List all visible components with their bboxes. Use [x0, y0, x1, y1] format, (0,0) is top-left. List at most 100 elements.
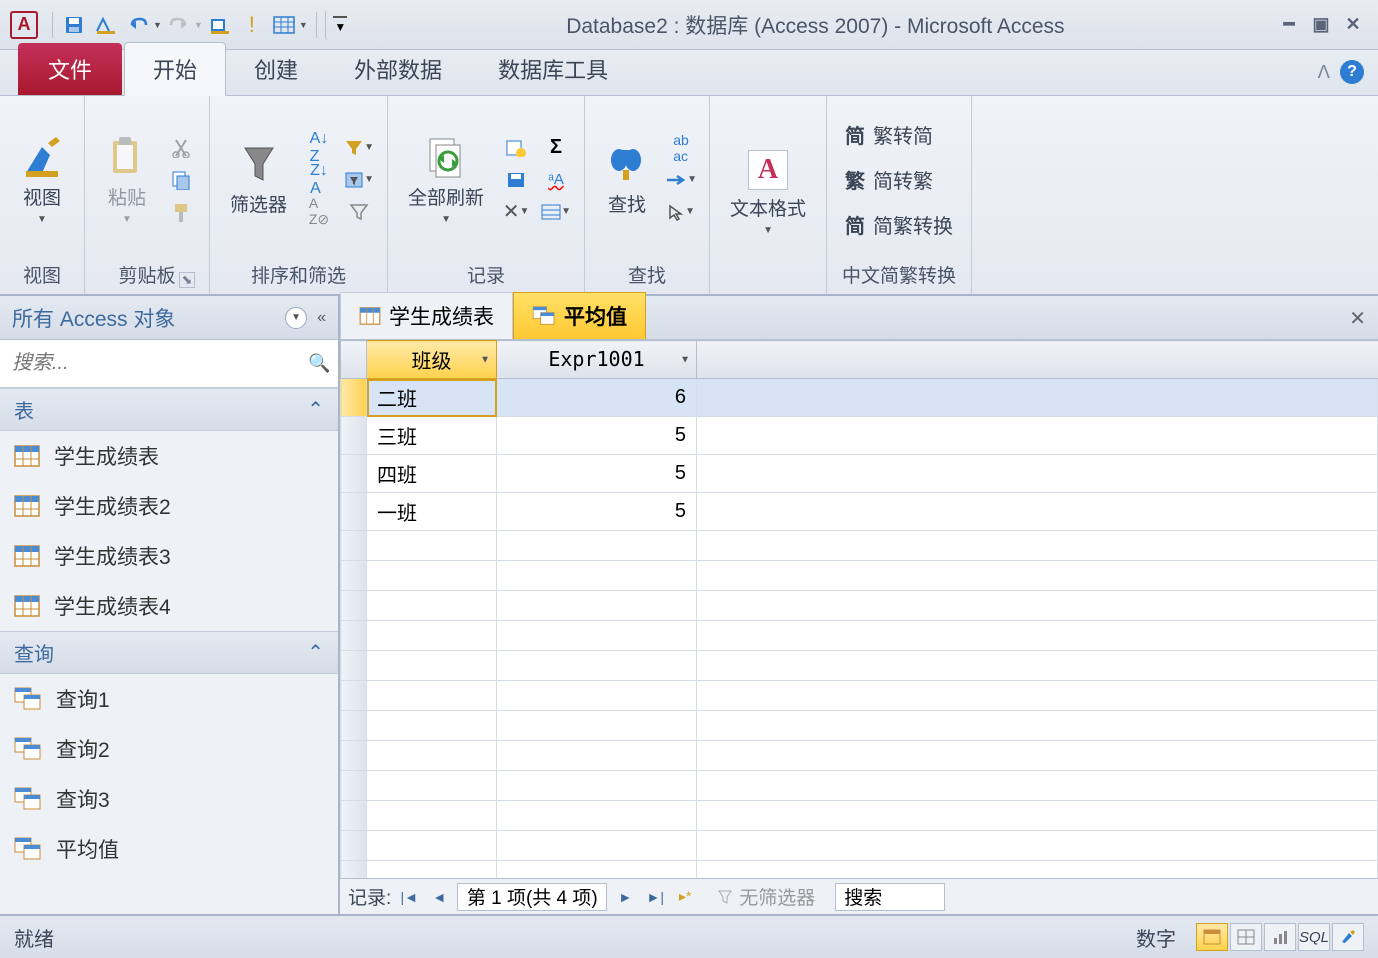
- data-cell[interactable]: 5: [497, 493, 697, 531]
- prev-record-icon[interactable]: ◄: [427, 885, 451, 909]
- simp-to-trad-button[interactable]: 繁简转繁: [839, 163, 959, 196]
- qat-btn-7[interactable]: [269, 10, 299, 40]
- view-button[interactable]: 视图 ▼: [12, 131, 72, 229]
- data-cell[interactable]: 二班: [367, 379, 497, 417]
- nav-item-query[interactable]: 查询3: [0, 774, 338, 824]
- datasheet-view-icon[interactable]: [1196, 923, 1228, 951]
- group-label-view: 视图: [12, 257, 72, 292]
- row-selector[interactable]: [341, 417, 367, 455]
- data-cell[interactable]: 5: [497, 417, 697, 455]
- column-header[interactable]: 班级▼: [367, 341, 497, 379]
- tab-home[interactable]: 开始: [124, 42, 226, 96]
- nav-item-query[interactable]: 平均值: [0, 824, 338, 874]
- select-icon[interactable]: ▼: [665, 199, 697, 225]
- data-cell[interactable]: 三班: [367, 417, 497, 455]
- clipboard-dialog-icon[interactable]: ⬊: [179, 272, 195, 288]
- goto-icon[interactable]: ▼: [665, 167, 697, 193]
- column-header[interactable]: Expr1001▼: [497, 341, 697, 379]
- sql-view-icon[interactable]: SQL: [1298, 923, 1330, 951]
- nav-search-input[interactable]: [8, 348, 308, 379]
- save-record-icon[interactable]: [500, 167, 532, 193]
- nav-search: 🔍: [0, 340, 338, 388]
- nav-section-tables[interactable]: 表⌃: [0, 388, 338, 431]
- spelling-icon[interactable]: ᵃA: [540, 167, 572, 193]
- data-cell[interactable]: 6: [497, 379, 697, 417]
- row-selector[interactable]: [341, 455, 367, 493]
- paste-button[interactable]: 粘贴 ▼: [97, 131, 157, 229]
- select-all-cell[interactable]: [341, 341, 367, 379]
- nav-item-query[interactable]: 查询2: [0, 724, 338, 774]
- refresh-all-button[interactable]: 全部刷新 ▼: [400, 131, 492, 229]
- trad-to-simp-button[interactable]: 简繁转简: [839, 118, 959, 151]
- pivotchart-view-icon[interactable]: [1264, 923, 1296, 951]
- nav-item-table[interactable]: 学生成绩表4: [0, 581, 338, 631]
- data-cell[interactable]: 5: [497, 455, 697, 493]
- more-records-icon[interactable]: ▼: [540, 199, 572, 225]
- row-selector[interactable]: [341, 379, 367, 417]
- sort-asc-icon[interactable]: A↓Z: [303, 135, 335, 161]
- close-button[interactable]: ✕: [1340, 14, 1366, 36]
- format-painter-icon[interactable]: [165, 199, 197, 225]
- tab-database-tools[interactable]: 数据库工具: [470, 43, 636, 95]
- save-icon[interactable]: [59, 10, 89, 40]
- column-dropdown-icon[interactable]: ▼: [680, 354, 690, 365]
- nav-item-query[interactable]: 查询1: [0, 674, 338, 724]
- nav-section-queries[interactable]: 查询⌃: [0, 631, 338, 674]
- datasheet[interactable]: 班级▼ Expr1001▼ 二班 6 三班 5: [340, 340, 1378, 878]
- doc-tab-query[interactable]: 平均值: [513, 292, 646, 339]
- new-record-nav-icon[interactable]: ▸*: [673, 885, 697, 909]
- nav-collapse-icon[interactable]: «: [317, 309, 326, 327]
- delete-record-icon[interactable]: ✕▼: [500, 199, 532, 225]
- design-view-icon[interactable]: [1332, 923, 1364, 951]
- maximize-button[interactable]: ▣: [1308, 14, 1334, 36]
- pivottable-view-icon[interactable]: [1230, 923, 1262, 951]
- toggle-filter-icon[interactable]: [343, 199, 375, 225]
- document-tabs: 学生成绩表 平均值 ✕: [340, 296, 1378, 340]
- nav-item-table[interactable]: 学生成绩表3: [0, 531, 338, 581]
- nav-item-table[interactable]: 学生成绩表2: [0, 481, 338, 531]
- column-dropdown-icon[interactable]: ▼: [480, 354, 490, 365]
- last-record-icon[interactable]: ►|: [643, 885, 667, 909]
- doc-tab-table[interactable]: 学生成绩表: [340, 292, 513, 339]
- minimize-ribbon-icon[interactable]: ᐱ: [1318, 62, 1330, 83]
- nav-pane-title[interactable]: 所有 Access 对象: [12, 303, 285, 333]
- totals-icon[interactable]: Σ: [540, 135, 572, 161]
- undo-icon[interactable]: [123, 10, 153, 40]
- next-record-icon[interactable]: ►: [613, 885, 637, 909]
- group-label-chinese: 中文简繁转换: [839, 257, 959, 292]
- redo-icon[interactable]: [164, 10, 194, 40]
- qat-btn-6[interactable]: !: [237, 10, 267, 40]
- row-selector[interactable]: [341, 493, 367, 531]
- qat-btn-5[interactable]: [205, 10, 235, 40]
- data-cell[interactable]: 一班: [367, 493, 497, 531]
- replace-icon[interactable]: abac: [665, 135, 697, 161]
- record-position-input[interactable]: [457, 883, 607, 911]
- close-document-icon[interactable]: ✕: [1349, 306, 1366, 331]
- clear-sort-icon[interactable]: AZ⊘: [303, 199, 335, 225]
- copy-icon[interactable]: [165, 167, 197, 193]
- help-icon[interactable]: ?: [1340, 60, 1364, 84]
- nav-filter-icon[interactable]: ▼: [285, 307, 307, 329]
- filter-button[interactable]: 筛选器: [222, 138, 295, 221]
- status-right: 数字: [1136, 923, 1176, 952]
- text-format-button[interactable]: A 文本格式 ▼: [722, 146, 814, 240]
- cut-icon[interactable]: [165, 135, 197, 161]
- find-button[interactable]: 查找: [597, 138, 657, 221]
- record-search-input[interactable]: [835, 883, 945, 911]
- file-tab[interactable]: 文件: [18, 43, 122, 95]
- tab-create[interactable]: 创建: [226, 43, 326, 95]
- new-record-icon[interactable]: [500, 135, 532, 161]
- no-filter-label: 无筛选器: [717, 883, 815, 910]
- first-record-icon[interactable]: |◄: [397, 885, 421, 909]
- data-cell[interactable]: 四班: [367, 455, 497, 493]
- sort-desc-icon[interactable]: Z↓A: [303, 167, 335, 193]
- qat-customize-icon[interactable]: ▼: [325, 10, 355, 40]
- chinese-convert-button[interactable]: 简简繁转换: [839, 208, 959, 241]
- nav-item-table[interactable]: 学生成绩表: [0, 431, 338, 481]
- minimize-button[interactable]: ━: [1276, 14, 1302, 36]
- search-icon[interactable]: 🔍: [308, 353, 330, 375]
- advanced-filter-icon[interactable]: ▼: [343, 167, 375, 193]
- qat-btn-2[interactable]: [91, 10, 121, 40]
- tab-external-data[interactable]: 外部数据: [326, 43, 470, 95]
- selection-filter-icon[interactable]: ▼: [343, 135, 375, 161]
